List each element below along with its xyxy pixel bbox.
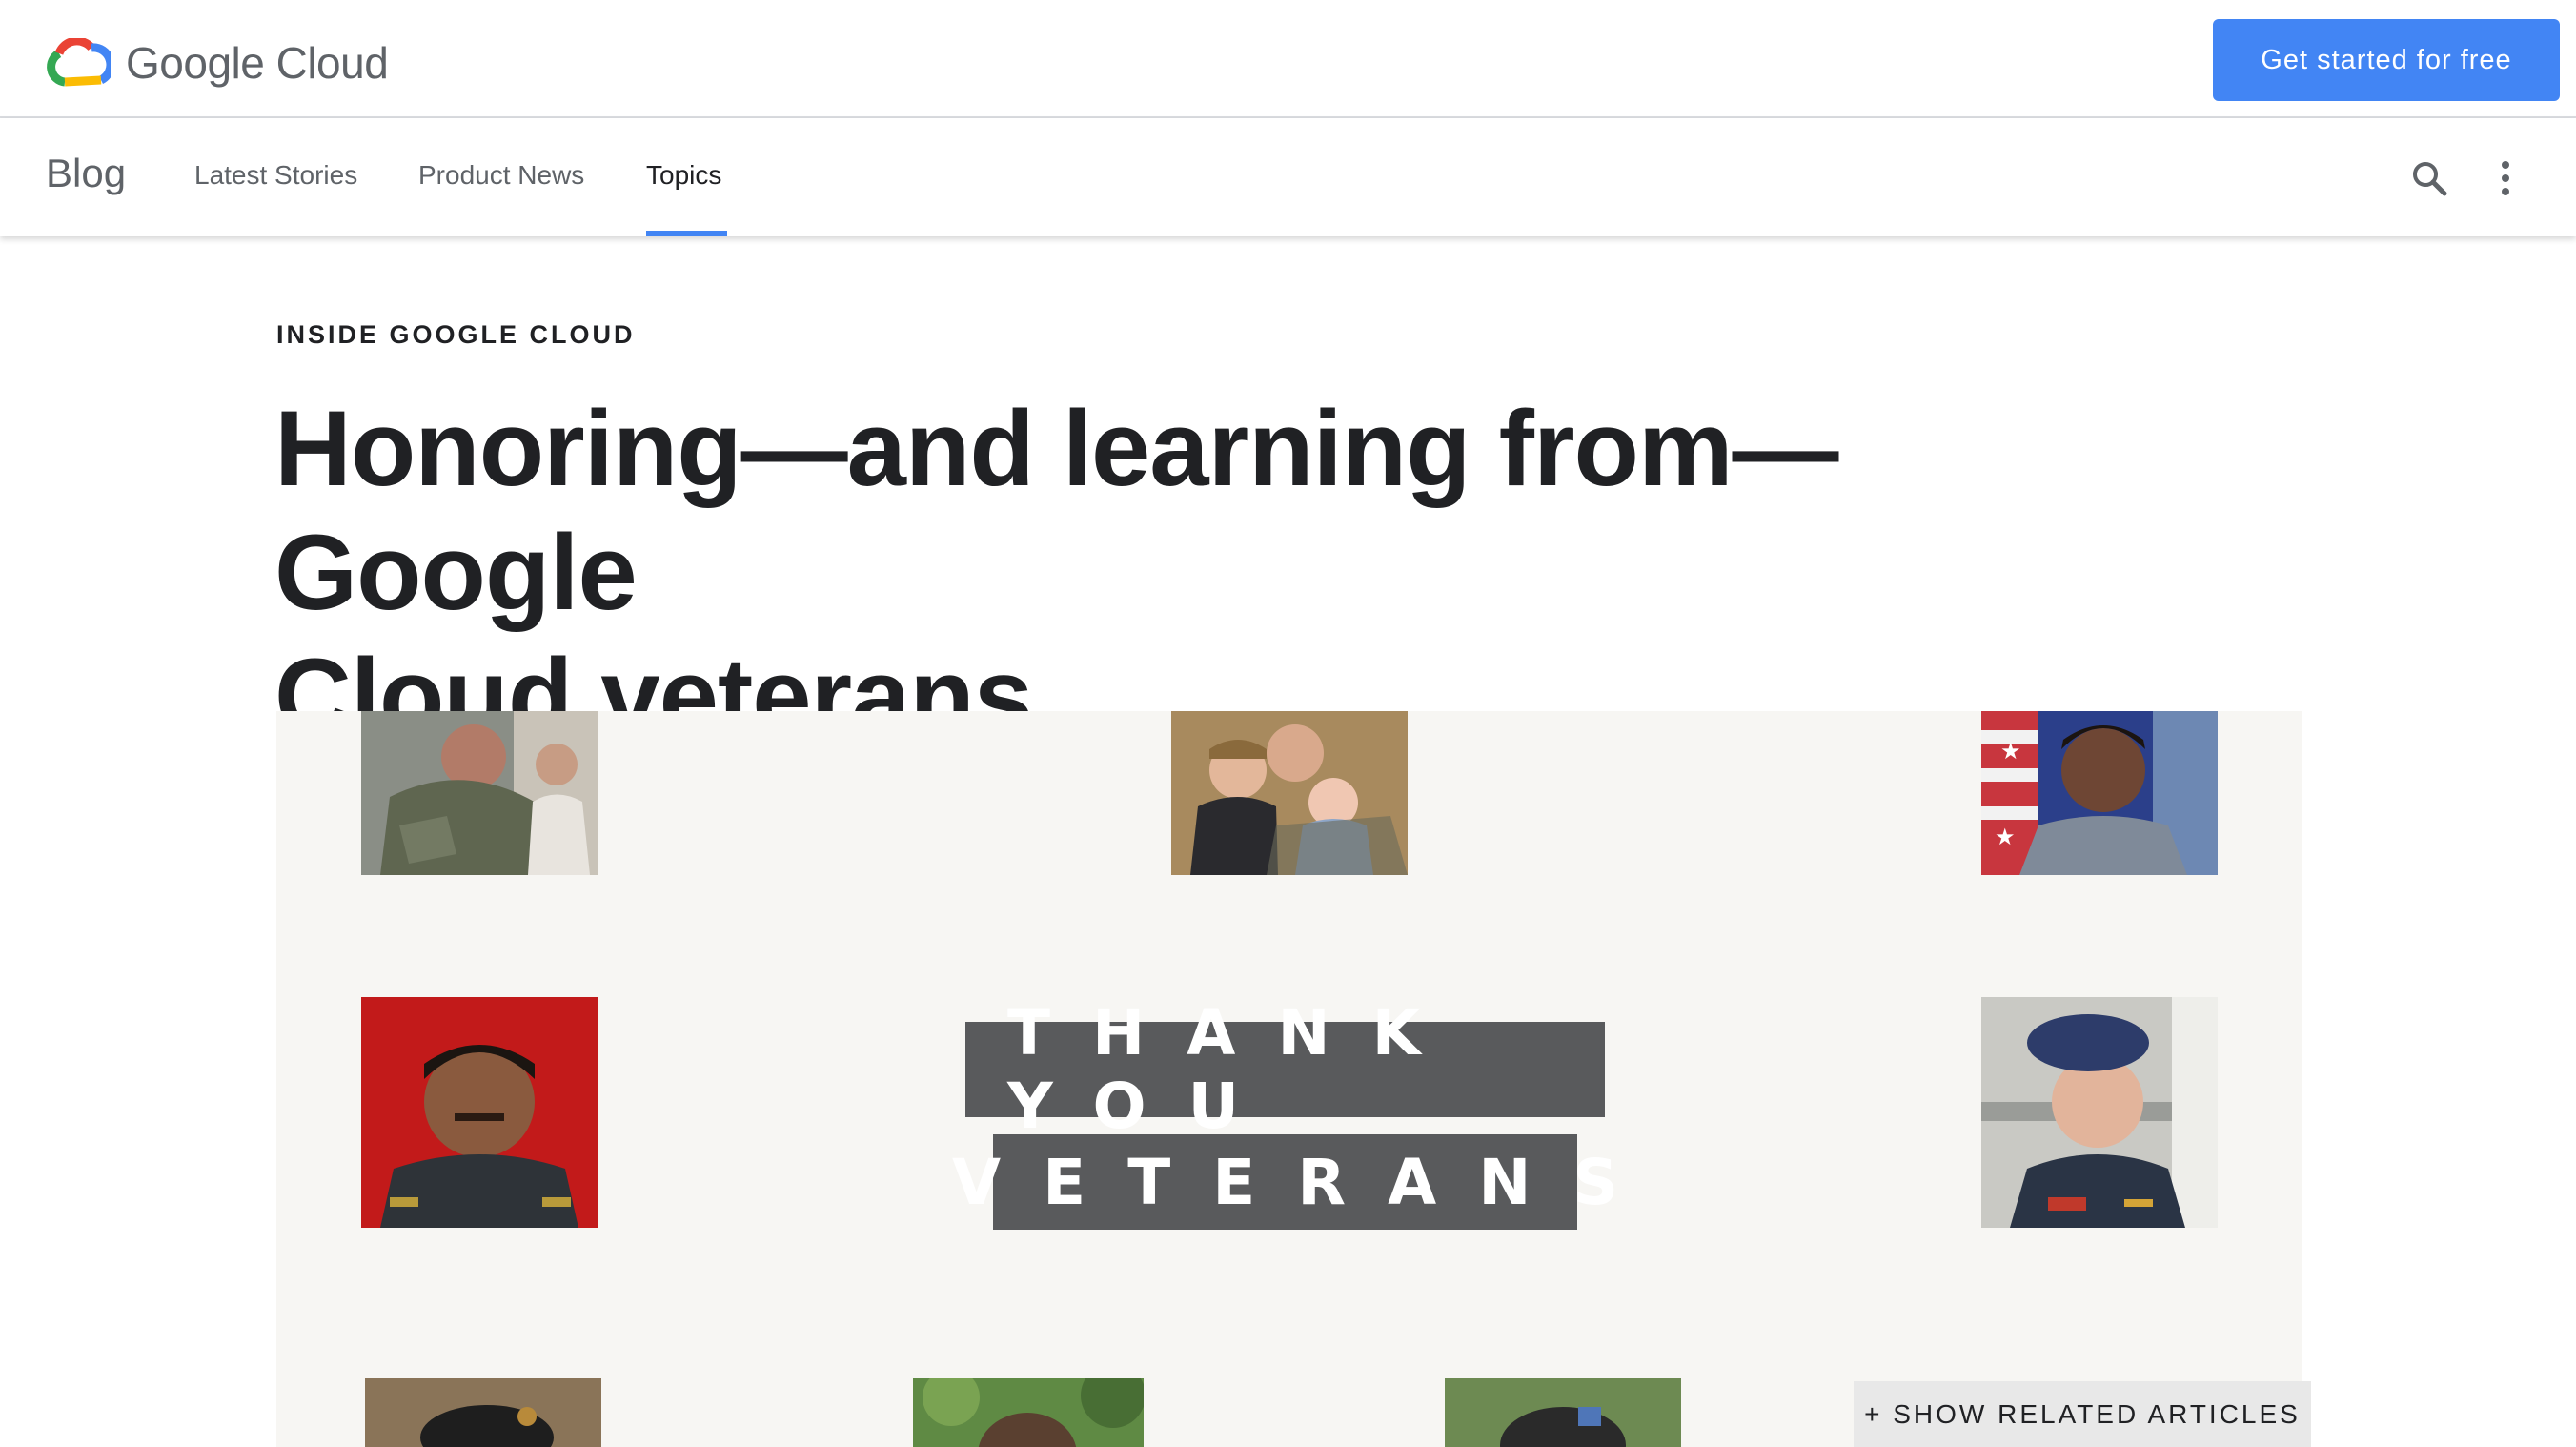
svg-text:★: ★ [1995, 825, 2016, 850]
article-title: Honoring—and learning from—Google Cloud … [274, 387, 2180, 759]
top-bar: Google Cloud Get started for free [0, 0, 2576, 118]
article-category[interactable]: INSIDE GOOGLE CLOUD [276, 320, 636, 350]
google-cloud-logo[interactable]: Google Cloud [46, 34, 389, 92]
blog-nav: Blog Latest Stories Product News Topics [0, 118, 2576, 236]
blog-title[interactable]: Blog [46, 151, 126, 196]
soldier-blue-beret-photo [1981, 997, 2218, 1228]
veterans-banner: VETERANS [952, 1134, 1618, 1230]
nav-latest-stories[interactable]: Latest Stories [194, 160, 357, 191]
airman-with-flag-photo: ★ ★ [1981, 711, 2218, 875]
more-vert-icon[interactable] [2484, 156, 2527, 200]
nav-topics[interactable]: Topics [646, 160, 721, 191]
brand-name: Google Cloud [126, 38, 389, 88]
soldier-with-parent-photo [361, 711, 598, 875]
thank-you-banner: THANK YOU [965, 996, 1605, 1143]
soldier-cap-photo [1445, 1378, 1681, 1447]
search-icon[interactable] [2407, 156, 2451, 200]
hero-image: ★ ★ THANK YOU VETERANS [276, 711, 2302, 1447]
get-started-button[interactable]: Get started for free [2213, 19, 2560, 101]
veteran-outdoors-photo [913, 1378, 1144, 1447]
soldier-beret-photo [365, 1378, 601, 1447]
nav-product-news[interactable]: Product News [418, 160, 584, 191]
show-related-articles-button[interactable]: + SHOW RELATED ARTICLES [1854, 1381, 2311, 1447]
veteran-with-children-photo [1171, 711, 1408, 875]
active-tab-indicator [646, 231, 727, 236]
article-title-line-1: Honoring—and learning from—Google [274, 389, 1839, 632]
google-cloud-logo-icon [47, 38, 111, 87]
officer-red-background-photo [361, 997, 598, 1228]
svg-text:★: ★ [2000, 739, 2021, 764]
